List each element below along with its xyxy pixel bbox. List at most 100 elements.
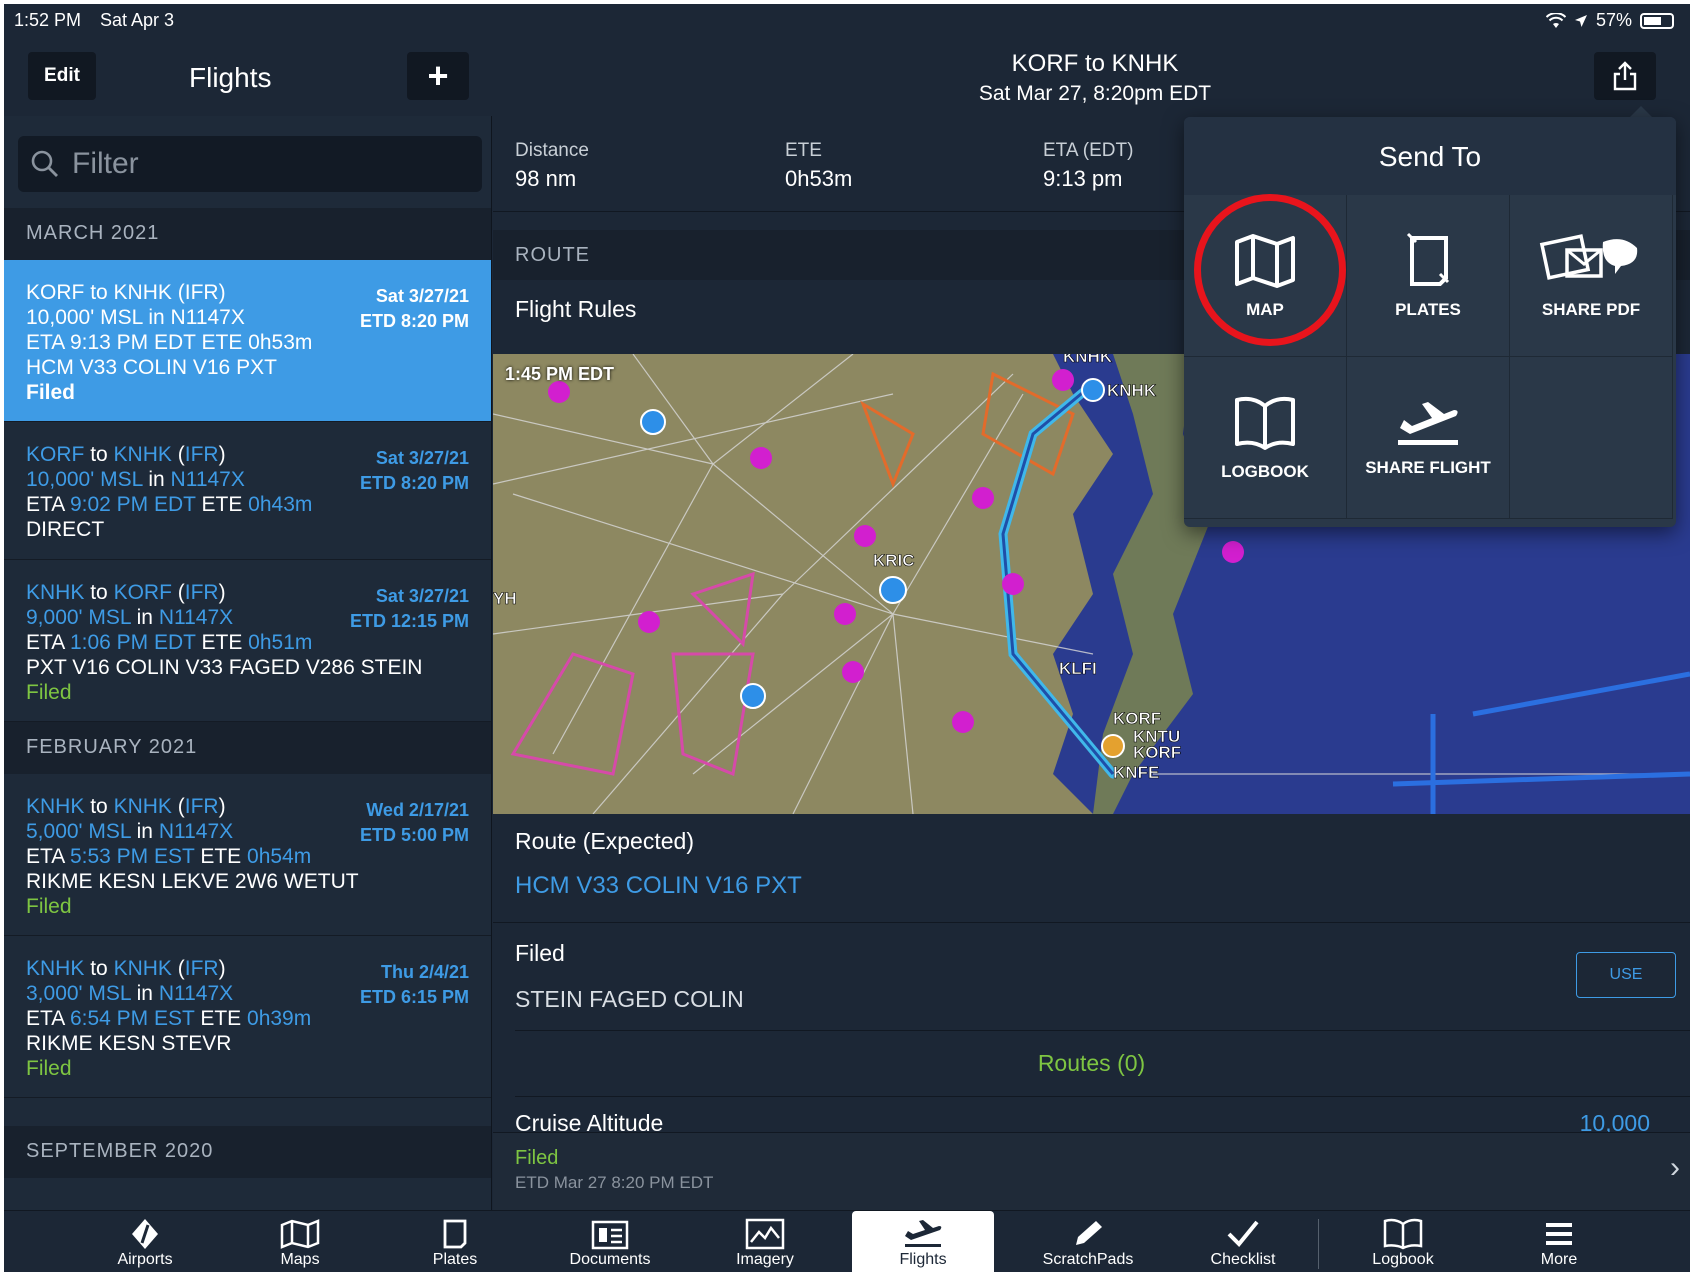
checkmark-icon [1227, 1220, 1259, 1247]
flight-list-item[interactable]: KNHK to KNHK (IFR) 5,000' MSL in N1147X … [4, 774, 491, 936]
map-label: KRIC [873, 551, 915, 570]
add-flight-button[interactable]: + [407, 52, 469, 100]
flight-subtitle: Sat Mar 27, 8:20pm EDT [978, 82, 1212, 105]
flight-title: KORF to KNHK [1011, 50, 1179, 77]
footer-status: Filed [515, 1147, 559, 1169]
footer-etd: ETD Mar 27 8:20 PM EDT [515, 1173, 714, 1192]
stat-ete: ETE 0h53m [785, 140, 853, 191]
route-expected-value[interactable]: HCM V33 COLIN V16 PXT [515, 872, 802, 900]
plates-tab-icon [443, 1219, 467, 1249]
menu-icon [1546, 1223, 1572, 1245]
tab-separator [1318, 1219, 1319, 1269]
edit-button[interactable]: Edit [28, 52, 96, 100]
status-bar: 1:52 PM Sat Apr 3 57% [4, 4, 1690, 38]
battery-percent: 57% [1595, 10, 1632, 30]
maps-icon [280, 1219, 320, 1249]
share-button[interactable] [1594, 52, 1656, 100]
cruise-altitude-label: Cruise Altitude [515, 1110, 664, 1132]
flight-status: Filed [26, 895, 72, 918]
flight-date: Sat 3/27/21 ETD 8:20 PM [359, 448, 469, 493]
divider [493, 922, 1690, 923]
detail-title: KORF to KNHK Sat Mar 27, 8:20pm EDT [500, 50, 1690, 106]
flight-status: Filed [26, 1057, 72, 1080]
send-to-title: Send To [1184, 117, 1676, 195]
send-to-logbook-button[interactable]: LOGBOOK [1184, 357, 1347, 519]
flight-date: Sat 3/27/21 ETD 12:15 PM [349, 586, 469, 631]
cruise-altitude-value[interactable]: 10,000 [1580, 1110, 1650, 1132]
send-to-share-flight-button[interactable]: SHARE FLIGHT [1347, 357, 1510, 519]
map-timestamp: 1:45 PM EDT [505, 364, 615, 384]
list-title: Flights [189, 62, 272, 93]
share-icon [1613, 61, 1637, 91]
tab-imagery[interactable]: Imagery [694, 1211, 836, 1272]
filed-route-value: STEIN FAGED COLIN [515, 986, 744, 1012]
section-header-february-2021: FEBRUARY 2021 [4, 722, 491, 774]
tab-plates[interactable]: Plates [384, 1211, 526, 1272]
route-expected-label: Route (Expected) [515, 828, 694, 854]
app-frame: 1:52 PM Sat Apr 3 57% Edit Flights + KOR… [4, 4, 1690, 1272]
flight-list-item[interactable]: KORF to KNHK (IFR) 10,000' MSL in N1147X… [4, 260, 491, 422]
tab-maps[interactable]: Maps [229, 1211, 371, 1272]
imagery-icon [745, 1218, 785, 1250]
flight-status: Filed [26, 381, 76, 404]
flight-route-text: PXT V16 COLIN V33 FAGED V286 STEIN [26, 656, 423, 679]
flight-date: Thu 2/4/21 ETD 6:15 PM [359, 962, 469, 1007]
filed-route-label: Filed [515, 940, 565, 966]
plates-icon [1406, 232, 1450, 286]
flight-route-text: DIRECT [26, 518, 105, 541]
stat-eta: ETA (EDT) 9:13 pm [1043, 140, 1134, 191]
tab-flights[interactable]: Flights [852, 1211, 994, 1272]
tab-logbook[interactable]: Logbook [1332, 1211, 1474, 1272]
send-to-plates-button[interactable]: PLATES [1347, 195, 1510, 357]
map-label: KNHK [1107, 381, 1157, 400]
search-icon [31, 150, 58, 177]
flight-date: Wed 2/17/21 ETD 5:00 PM [359, 800, 469, 845]
filter-placeholder: Filter [72, 147, 139, 180]
tab-bar: Airports Maps Plates Documents Imagery F… [4, 1210, 1690, 1272]
pencil-icon [1076, 1221, 1102, 1245]
tab-more[interactable]: More [1488, 1211, 1630, 1272]
send-to-share-pdf-button[interactable]: SHARE PDF [1510, 195, 1673, 357]
logbook-tab-icon [1383, 1218, 1423, 1250]
stat-distance: Distance 98 nm [515, 140, 589, 191]
flights-icon [905, 1220, 942, 1247]
flight-date: Sat 3/27/21 ETD 8:20 PM [359, 286, 469, 331]
battery-icon [1640, 12, 1674, 29]
share-flight-icon [1398, 401, 1458, 445]
divider [515, 1096, 1690, 1097]
highlight-circle [1194, 194, 1346, 346]
status-right: 57% [1545, 10, 1674, 31]
flight-status: Filed [26, 681, 72, 704]
flight-route-text: HCM V33 COLIN V16 PXT [26, 356, 277, 379]
logbook-icon [1235, 396, 1295, 450]
tab-scratchpads[interactable]: ScratchPads [1017, 1211, 1159, 1272]
map-label: KNHK [1063, 354, 1113, 366]
location-icon [1574, 14, 1587, 27]
map-label: KLFI [1059, 659, 1097, 678]
map-label: KORF [1113, 709, 1161, 728]
flights-sidebar: Filter MARCH 2021 KORF to KNHK (IFR) 10,… [4, 116, 492, 1210]
filter-input[interactable]: Filter [18, 136, 482, 192]
tab-airports[interactable]: Airports [74, 1211, 216, 1272]
tab-checklist[interactable]: Checklist [1172, 1211, 1314, 1272]
status-date: Sat Apr 3 [100, 10, 175, 30]
map-label: KNFE [1113, 763, 1159, 782]
flight-list-item[interactable]: KORF to KNHK (IFR) 10,000' MSL in N1147X… [4, 422, 491, 560]
wifi-icon [1545, 12, 1566, 28]
divider [515, 1030, 1690, 1031]
tab-documents[interactable]: Documents [539, 1211, 681, 1272]
routes-count[interactable]: Routes (0) [493, 1050, 1690, 1077]
section-header-september-2020: SEPTEMBER 2020 [4, 1126, 491, 1178]
flight-list-item[interactable]: KNHK to KORF (IFR) 9,000' MSL in N1147X … [4, 560, 491, 722]
airports-icon [132, 1219, 158, 1249]
flight-route-text: RIKME KESN STEVR [26, 1032, 232, 1055]
share-pdf-icon [1539, 233, 1638, 280]
use-route-button[interactable]: USE [1576, 952, 1676, 998]
flight-list-item[interactable]: KNHK to KNHK (IFR) 3,000' MSL in N1147X … [4, 936, 491, 1098]
send-to-empty-cell [1510, 357, 1673, 519]
filed-status-footer[interactable]: Filed ETD Mar 27 8:20 PM EDT › [493, 1132, 1690, 1210]
map-label: KORF [1133, 743, 1181, 762]
map-label: YH [493, 589, 517, 608]
section-header-march-2021: MARCH 2021 [4, 208, 491, 260]
flight-route-text: RIKME KESN LEKVE 2W6 WETUT [26, 870, 359, 893]
